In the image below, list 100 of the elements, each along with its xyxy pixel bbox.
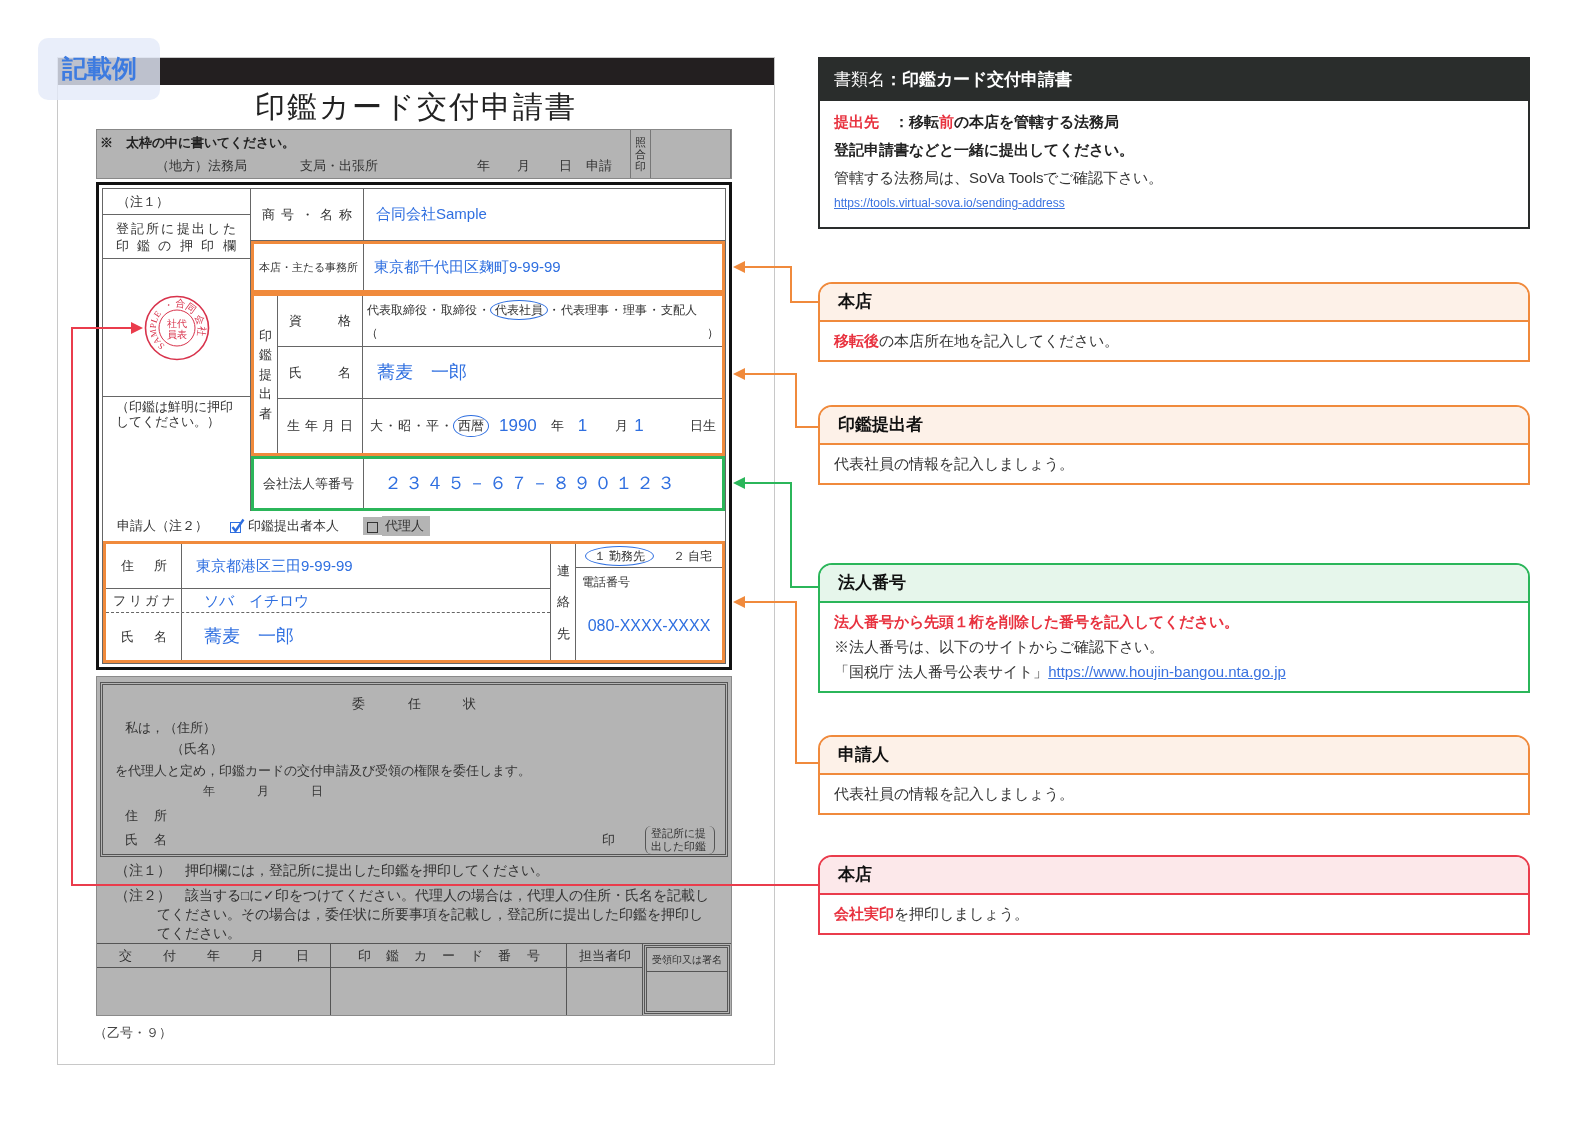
column-header: 交付年月日 [118,946,309,965]
callout-text: 管轄する法務局は、SoVa Toolsでご確認下さい。 [834,168,1164,188]
header-field-label: 申請 [586,156,612,175]
note-mark: （注１） [117,192,169,211]
callout-title: 印鑑提出者 [838,414,923,437]
vertical-label: 照合印 [635,135,646,173]
qualification-option: 取締役 [440,300,478,320]
field-label: 電話番号 [582,574,630,591]
field-label: 本店・主たる事務所 [259,259,358,275]
field-label: 会社法人等番号 [263,474,354,493]
field-value: ２３４５－６７－８９０１２３ [384,472,678,495]
date-label: 日 [311,783,323,800]
checkbox-label: 印鑑提出者本人 [247,517,340,536]
seal-ring-text: 会社 [192,312,207,337]
example-badge: 記載例 [38,38,160,100]
header-field-label: 月 [517,156,530,175]
form-title: 印鑑カード交付申請書 [255,89,577,125]
field-value: 合同会社Sample [376,204,487,225]
note-text: （注１） 押印欄には，登記所に提出した印鑑を押印してください。 [115,862,550,880]
era-option: 平 [425,415,440,437]
seal-center-text: 代表社員 [166,317,187,340]
column-header: 印鑑カード番号 [357,946,540,965]
era-option: 大 [369,415,384,437]
column-header: 受領印又は署名 [652,953,722,967]
separator-dot: ・ [384,417,397,436]
place-option: ２ 自宅 [672,545,713,566]
bracket-mark: （ [366,325,378,342]
vertical-label: 印鑑提出者 [259,326,272,423]
qualification-option: 代表取締役 [366,300,428,320]
separator-dot: ・ [478,302,490,319]
callout-text: 会社実印を押印しましょう。 [834,904,1029,924]
callout-text: 法人番号から先頭１桁を削除した番号を記入してください。 [834,612,1239,632]
field-value: 蕎麦 一郎 [204,625,294,648]
callout-title: 法人番号 [838,572,906,595]
hint-text: （印鑑は鮮明に押印してください。） [116,400,234,430]
link[interactable]: https://tools.virtual-sova.io/sending-address [834,195,1065,211]
checkbox-label: 代理人 [382,516,430,536]
field-label: 商号・名称 [262,205,352,224]
separator-dot: ・ [648,302,660,319]
link[interactable]: https://www.houjin-bangou.nta.go.jp [1048,663,1286,680]
separator-dot: ・ [440,417,453,436]
field-label: 住所 [125,807,167,825]
callout-text: ※法人番号は、以下のサイトからご確認下さい。 [834,637,1164,657]
field-value: ソバ イチロウ [204,591,309,610]
callout-text: 登記申請書などと一緒に提出してください。 [834,140,1134,160]
unit-label: 月 [615,417,629,436]
seal-note: 登記所に提出した印鑑 [645,825,715,854]
field-label: フリガナ [112,592,175,609]
proxy-text: （氏名） [171,740,223,758]
callout-title: 申請人 [838,744,889,767]
field-label: 氏名 [289,363,351,382]
field-label: 登記所に提出した印鑑の押印欄 [115,219,238,254]
field-value: 蕎麦 一郎 [377,361,467,384]
seal-ring-text: ・合同 [161,297,199,315]
field-label: 氏名 [120,627,167,646]
field-value: 東京都港区三田9-99-99 [196,555,353,576]
bracket-mark: ） [707,325,719,342]
callout-text: 移転後の本店所在地を記入してください。 [834,331,1119,351]
callout-text: 提出先 ：移転前の本店を管轄する法務局 [834,112,1119,132]
proxy-text: を代理人と定め，印鑑カードの交付申請及び受領の権限を委任します。 [115,761,531,780]
field-value: 1 [577,415,588,438]
qualification-option: 理事 [622,300,648,320]
field-label: 住所 [120,557,167,576]
field-label: 申請人（注２） [117,517,208,536]
column-header: 担当者印 [578,946,631,965]
field-label: 資格 [289,312,351,331]
field-label: 生年月日 [287,417,353,436]
callout-title: 本店 [838,864,872,887]
field-label: 氏名 [125,830,167,849]
proxy-text: 私は，（住所） [125,718,216,737]
era-option: 昭 [397,415,412,437]
header-field-label: 日 [559,156,572,175]
separator-dot: ・ [548,302,560,319]
seal-mark: 印 [602,830,615,849]
unit-label: 年 [550,417,564,436]
callout-text: 「国税庁 法人番号公表サイト」https://www.houjin-bangou.nta.go.jp [834,662,1286,682]
callout-text: 代表社員の情報を記入しましょう。 [834,454,1074,474]
vertical-label: 連絡先 [556,562,570,643]
qualification-option: 代表理事 [560,300,610,320]
proxy-title: 委任状 [352,695,476,713]
panel-title: 書類名：印鑑カード交付申請書 [834,69,1072,92]
form-number: （乙号・９） [94,1024,172,1042]
qualification-option: 支配人 [660,300,698,320]
date-label: 月 [257,783,269,800]
field-value: 080-XXXX-XXXX [587,615,711,636]
header-field-label: 支局・出張所 [300,156,378,175]
separator-dot: ・ [428,302,440,319]
separator-dot: ・ [610,302,622,319]
unit-label: 日生 [690,417,716,436]
field-value: 1990 [499,415,537,438]
callout-title: 本店 [838,291,872,314]
field-value: 1 [634,415,644,438]
date-label: 年 [203,783,215,800]
field-value: 東京都千代田区麹町9-99-99 [374,256,561,277]
separator-dot: ・ [412,417,425,436]
header-field-label: （地方）法務局 [156,156,247,175]
note-text: （注２） 該当する□に✓印をつけてください。代理人の場合は，代理人の住所・氏名を記載してください。その場合は，委任状に所要事項を記載し，登記所に提出した印鑑を押印してください。 [115,887,711,943]
header-field-label: 年 [477,156,490,175]
instruction-text: ※ 太枠の中に書いてください。 [100,134,295,152]
callout-text: 代表社員の情報を記入しましょう。 [834,784,1074,804]
